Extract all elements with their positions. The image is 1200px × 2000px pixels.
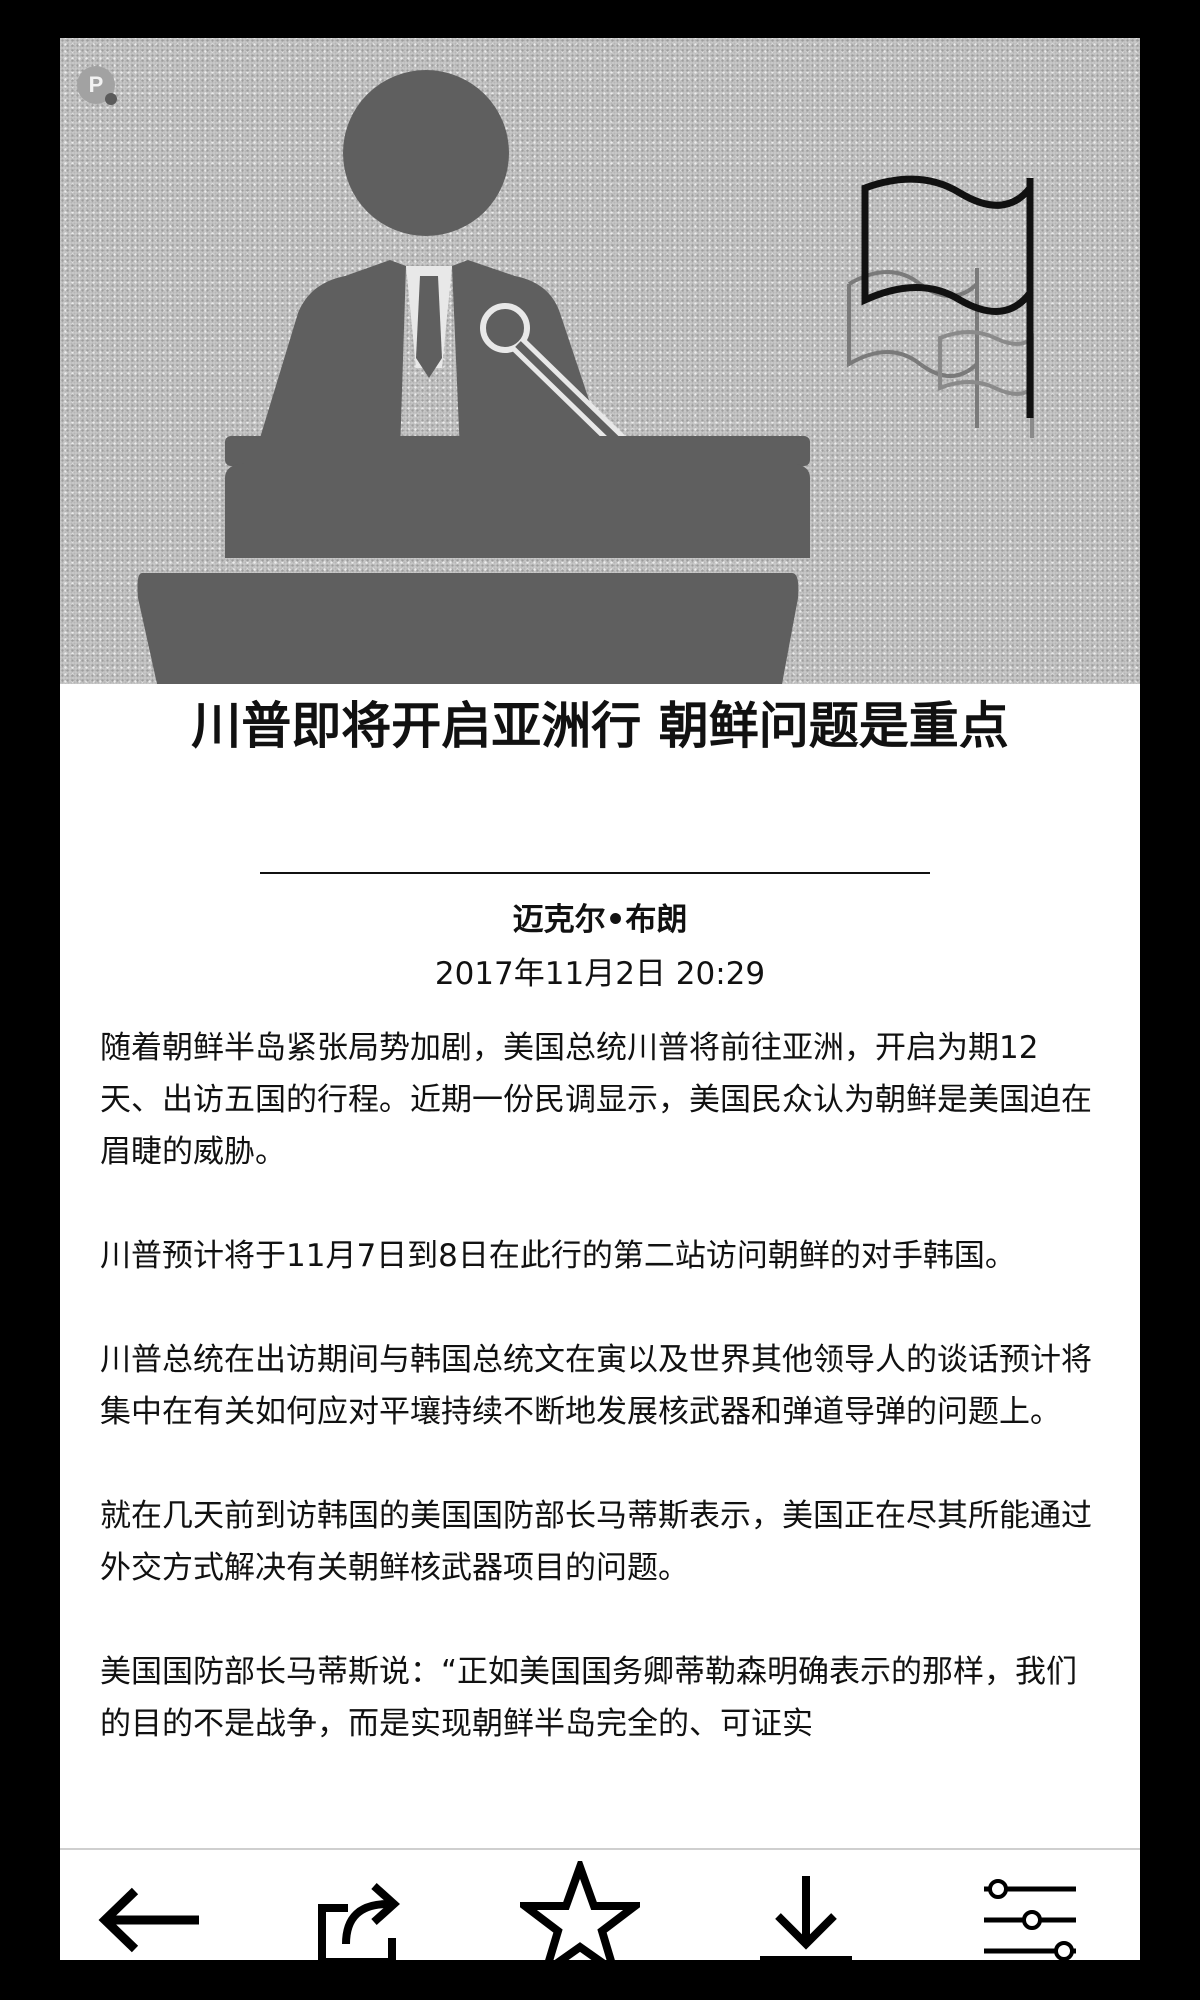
favorite-button[interactable] [510, 1860, 650, 1960]
arrow-left-icon [98, 1887, 199, 1953]
article-author: 迈克尔•布朗 [512, 902, 688, 938]
back-button[interactable] [80, 1860, 220, 1960]
source-badge: P [77, 66, 117, 105]
download-button[interactable] [736, 1860, 876, 1960]
reader-screen: P 川普即将开启亚洲行 朝鲜问题是重点 迈克尔•布朗 2017年11月2日 20… [60, 38, 1140, 1960]
article-paragraph: 川普预计将于11月7日到8日在此行的第二站访问朝鲜的对手韩国。 [100, 1238, 1016, 1274]
bottom-toolbar [60, 1848, 1140, 1960]
speaker-suit-left [260, 260, 406, 453]
speaker-head [343, 70, 509, 236]
speaker-podium-illustration [137, 70, 1034, 684]
badge-dot [105, 93, 117, 105]
sliders-icon [984, 1879, 1076, 1960]
device-frame: P 川普即将开启亚洲行 朝鲜问题是重点 迈克尔•布朗 2017年11月2日 20… [0, 0, 1200, 2000]
flag-front [861, 175, 1034, 315]
article-paragraph: 就在几天前到访韩国的美国国防部长马蒂斯表示，美国正在尽其所能通过外交方式解决有关… [100, 1498, 1092, 1586]
podium-rim [225, 436, 810, 466]
settings-button[interactable] [960, 1860, 1100, 1960]
flag-small [938, 330, 1034, 396]
article-paragraph: 川普总统在出访期间与韩国总统文在寅以及世界其他领导人的谈话预计将集中在有关如何应… [100, 1342, 1092, 1430]
article-body[interactable]: 随着朝鲜半岛紧张局势加剧，美国总统川普将前往亚洲，开启为期12天、出访五国的行程… [100, 1022, 1100, 1847]
download-icon [760, 1876, 852, 1960]
article-datetime: 2017年11月2日 20:29 [434, 956, 766, 992]
speaker-tie [416, 276, 442, 378]
article-paragraph: 随着朝鲜半岛紧张局势加剧，美国总统川普将前往亚洲，开启为期12天、出访五国的行程… [100, 1030, 1092, 1170]
title-divider [260, 872, 930, 874]
podium-desk [225, 463, 810, 558]
article-paragraph: 美国国防部长马蒂斯说：“正如美国国务卿蒂勒森明确表示的那样，我们的目的不是战争，… [100, 1654, 1078, 1742]
podium-base [137, 573, 799, 684]
star-icon [520, 1861, 640, 1960]
share-button[interactable] [290, 1860, 430, 1960]
hero-illustration: P [60, 38, 1140, 684]
article-title: 川普即将开启亚洲行 朝鲜问题是重点 [191, 697, 1009, 755]
share-icon [318, 1883, 400, 1960]
source-badge-letter: P [88, 72, 104, 97]
